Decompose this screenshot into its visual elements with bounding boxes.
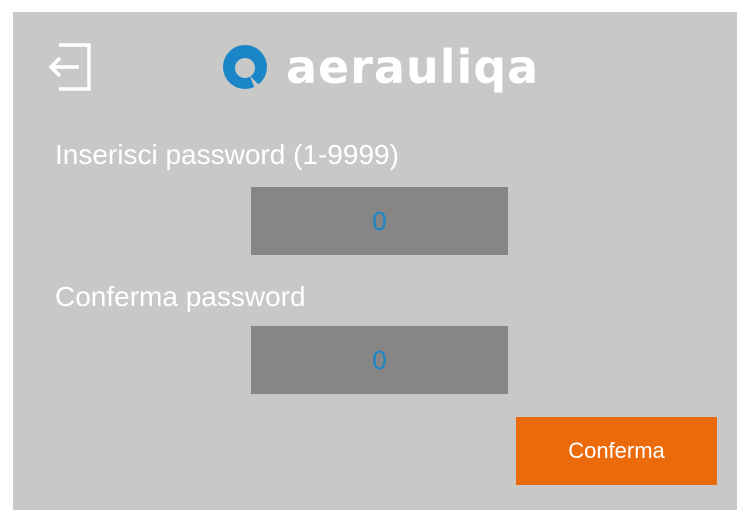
confirm-password-input[interactable]: 0 bbox=[251, 326, 508, 394]
confirm-button[interactable]: Conferma bbox=[516, 417, 717, 485]
exit-icon bbox=[48, 43, 91, 91]
logo-wordmark: aerauliqa bbox=[286, 40, 540, 94]
exit-button[interactable] bbox=[48, 39, 95, 95]
password-screen: aerauliqa Inserisci password (1-9999) 0 … bbox=[13, 12, 737, 510]
confirm-password-label: Conferma password bbox=[55, 281, 306, 312]
brand-logo: aerauliqa bbox=[220, 36, 550, 100]
password-label: Inserisci password (1-9999) bbox=[55, 139, 399, 170]
password-input[interactable]: 0 bbox=[251, 187, 508, 255]
aerauliqa-logo-icon bbox=[223, 45, 267, 92]
